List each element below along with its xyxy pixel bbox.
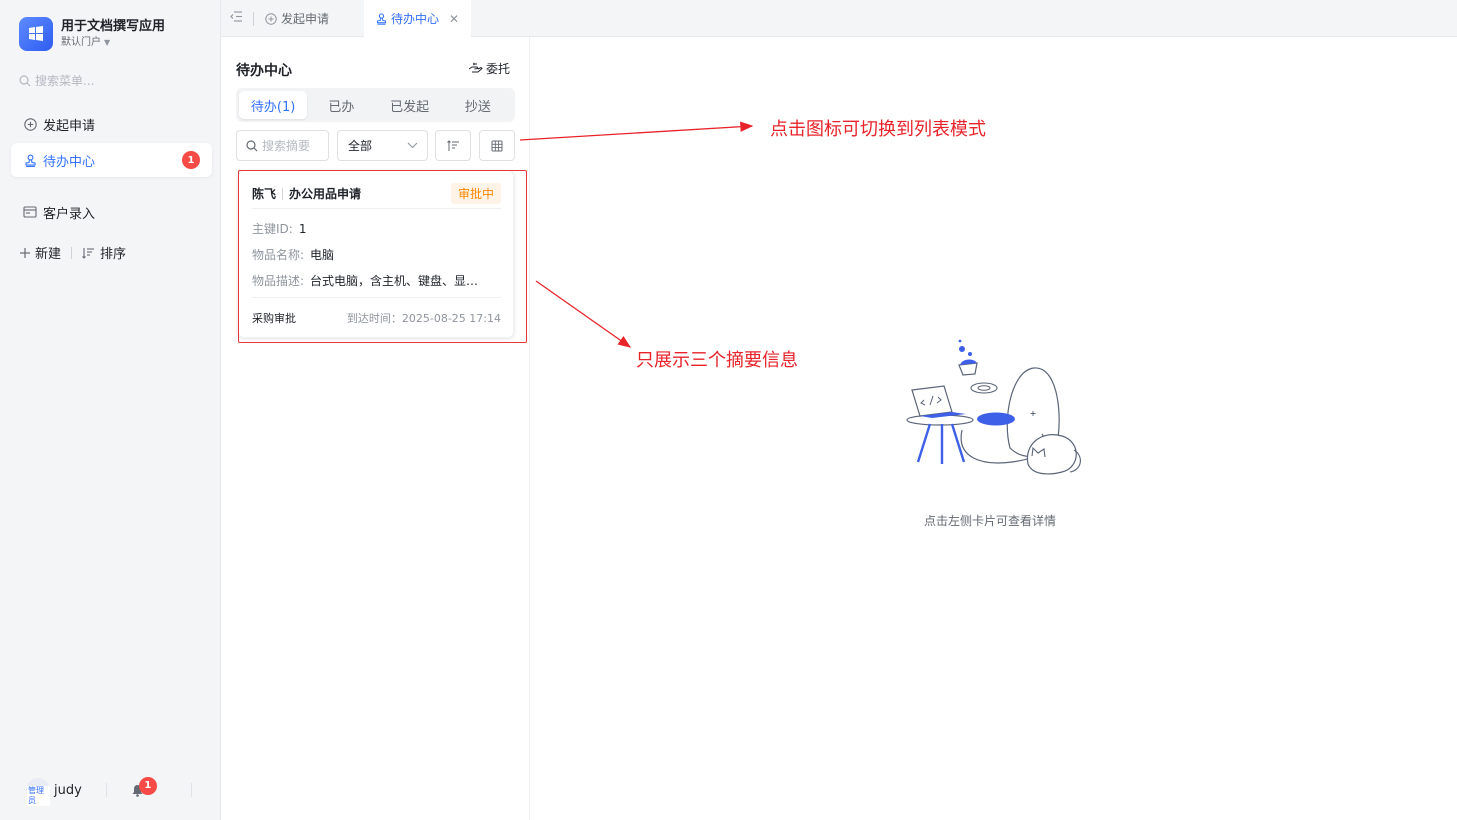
app-title: 用于文档撰写应用 [61, 19, 166, 34]
card-field-item-desc: 物品描述: 台式电脑，含主机、键盘、显… [252, 272, 501, 289]
todo-count-badge: 1 [182, 151, 200, 169]
status-segmented-control: 待办(1) 已办 已发起 抄送 [236, 88, 515, 122]
tab-todo-pending[interactable]: 待办(1) [239, 91, 308, 119]
tab-label: 待办中心 [391, 12, 440, 26]
sidebar-item-customer-entry[interactable]: 客户录入 [11, 195, 212, 229]
notification-badge: 1 [138, 776, 157, 795]
chevron-down-icon [407, 142, 418, 149]
search-placeholder: 搜索摘要 [262, 139, 311, 153]
todo-panel: 待办中心 委托 待办(1) 已办 已发起 抄送 搜索摘要 全部 陈飞 办公用品申… [221, 37, 530, 820]
tab-done[interactable]: 已办 [307, 91, 375, 119]
sort-icon [446, 139, 459, 151]
sort-icon [82, 247, 95, 259]
sidebar-item-label: 待办中心 [43, 154, 96, 170]
stamp-icon [376, 12, 387, 25]
menu-tools: 新建 排序 [19, 243, 126, 262]
tab-todo[interactable]: 待办中心 ✕ [364, 0, 472, 37]
summary-search-input[interactable]: 搜索摘要 [236, 130, 329, 161]
card-header: 陈飞 办公用品申请 审批中 [252, 183, 501, 204]
sidebar-item-label: 客户录入 [43, 206, 96, 222]
role-tag: 管理员 [27, 786, 50, 806]
divider [105, 783, 107, 797]
plus-circle-icon [265, 12, 277, 25]
divider [191, 783, 192, 797]
plus-circle-icon [23, 117, 37, 131]
empty-state-illustration [906, 339, 1081, 475]
approval-node: 采购审批 [252, 312, 296, 325]
notification-button[interactable]: 1 [131, 776, 157, 797]
divider [252, 208, 501, 209]
new-menu-button[interactable]: 新建 [19, 243, 61, 262]
arrow-switch-hint [519, 121, 754, 141]
field-label: 主键ID: [252, 222, 293, 236]
annotation-switch-hint: 点击图标可切换到列表模式 [770, 119, 986, 140]
avatar[interactable]: 管理员 [26, 778, 50, 806]
field-value: 电脑 [310, 248, 335, 262]
empty-state-text: 点击左侧卡片可查看详情 [924, 514, 1057, 528]
arrival-time: 到达时间：2025-08-25 17:14 [346, 312, 501, 325]
card-title: 办公用品申请 [289, 187, 362, 201]
new-label: 新建 [35, 247, 62, 262]
portal-selector[interactable]: 默认门户 ▼ [61, 36, 165, 50]
grid-icon [491, 140, 503, 151]
tab-bar: 发起申请 待办中心 ✕ [221, 0, 1457, 37]
view-mode-toggle-button[interactable] [479, 130, 515, 161]
user-name[interactable]: judy [54, 783, 82, 798]
status-badge: 审批中 [450, 183, 501, 204]
annotation-summary-hint: 只展示三个摘要信息 [636, 350, 798, 371]
form-icon [23, 205, 37, 219]
close-icon[interactable]: ✕ [449, 12, 459, 26]
tab-cc[interactable]: 抄送 [444, 91, 512, 119]
sidebar-item-label: 发起申请 [43, 118, 96, 134]
app-logo [19, 17, 53, 51]
card-footer: 采购审批 到达时间：2025-08-25 17:14 [252, 310, 501, 326]
stamp-icon [23, 153, 37, 167]
todo-card[interactable]: 陈飞 办公用品申请 审批中 主键ID: 1 物品名称: 电脑 物品描述: 台式电… [238, 170, 514, 338]
arrow-summary-hint [535, 280, 632, 348]
field-value: 台式电脑，含主机、键盘、显… [310, 274, 479, 288]
filter-select[interactable]: 全部 [337, 130, 428, 161]
sort-label: 排序 [100, 247, 127, 262]
plus-icon [20, 247, 30, 258]
app-header[interactable]: 用于文档撰写应用 默认门户 ▼ [19, 17, 165, 51]
search-icon [19, 74, 31, 86]
tab-initiated[interactable]: 已发起 [376, 91, 444, 119]
sort-menu-button[interactable]: 排序 [82, 243, 126, 262]
tab-apply[interactable]: 发起申请 [265, 0, 329, 37]
sidebar-item-apply[interactable]: 发起申请 [11, 107, 212, 141]
divider [71, 246, 73, 259]
menu-fold-icon [230, 11, 242, 22]
card-field-id: 主键ID: 1 [252, 220, 501, 237]
card-applicant: 陈飞 [252, 187, 277, 201]
divider [252, 297, 501, 298]
sort-button[interactable] [435, 130, 471, 161]
card-field-item-name: 物品名称: 电脑 [252, 246, 501, 263]
field-value: 1 [298, 221, 307, 236]
field-label: 物品描述: [252, 274, 305, 288]
hand-icon [468, 62, 483, 73]
portal-name: 默认门户 [61, 37, 101, 48]
search-icon [246, 139, 258, 151]
divider [253, 12, 254, 26]
filter-value: 全部 [348, 139, 373, 153]
menu-search-placeholder: 搜索菜单... [35, 74, 95, 88]
field-label: 物品名称: [252, 248, 305, 262]
sidebar-footer: 管理员 judy 1 [26, 776, 196, 806]
sidebar-item-todo[interactable]: 待办中心 1 [11, 143, 212, 177]
delegate-label: 委托 [486, 62, 511, 76]
delegate-button[interactable]: 委托 [468, 60, 510, 77]
caret-down-icon: ▼ [104, 38, 111, 47]
page-title: 待办中心 [236, 63, 292, 79]
divider [282, 187, 284, 200]
menu-search-input[interactable]: 搜索菜单... [19, 72, 94, 89]
sidebar: 用于文档撰写应用 默认门户 ▼ 搜索菜单... 发起申请 待办中心 1 客户录入 [0, 0, 221, 820]
collapse-sidebar-button[interactable] [230, 11, 242, 26]
tab-label: 发起申请 [281, 12, 330, 26]
